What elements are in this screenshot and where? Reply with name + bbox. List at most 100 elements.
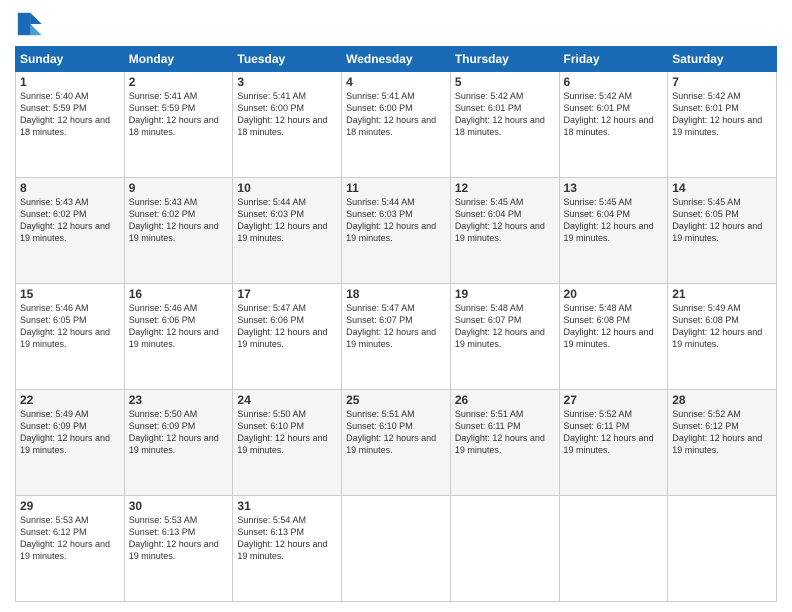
day-number: 12 (455, 181, 555, 195)
day-number: 7 (672, 75, 772, 89)
day-number: 25 (346, 393, 446, 407)
logo (15, 10, 47, 38)
day-number: 18 (346, 287, 446, 301)
day-detail: Sunrise: 5:46 AMSunset: 6:05 PMDaylight:… (20, 302, 120, 351)
calendar-cell: 16Sunrise: 5:46 AMSunset: 6:06 PMDayligh… (124, 284, 233, 390)
day-of-week-header: Wednesday (342, 47, 451, 72)
day-detail: Sunrise: 5:51 AMSunset: 6:11 PMDaylight:… (455, 408, 555, 457)
day-number: 17 (237, 287, 337, 301)
calendar-cell: 20Sunrise: 5:48 AMSunset: 6:08 PMDayligh… (559, 284, 668, 390)
calendar-cell: 5Sunrise: 5:42 AMSunset: 6:01 PMDaylight… (450, 72, 559, 178)
day-of-week-header: Friday (559, 47, 668, 72)
calendar-cell: 14Sunrise: 5:45 AMSunset: 6:05 PMDayligh… (668, 178, 777, 284)
day-number: 20 (564, 287, 664, 301)
calendar-cell (450, 496, 559, 602)
calendar-cell: 2Sunrise: 5:41 AMSunset: 5:59 PMDaylight… (124, 72, 233, 178)
day-number: 29 (20, 499, 120, 513)
day-of-week-header: Saturday (668, 47, 777, 72)
day-detail: Sunrise: 5:50 AMSunset: 6:10 PMDaylight:… (237, 408, 337, 457)
day-detail: Sunrise: 5:50 AMSunset: 6:09 PMDaylight:… (129, 408, 229, 457)
calendar-cell: 23Sunrise: 5:50 AMSunset: 6:09 PMDayligh… (124, 390, 233, 496)
day-detail: Sunrise: 5:43 AMSunset: 6:02 PMDaylight:… (20, 196, 120, 245)
calendar-cell (668, 496, 777, 602)
day-number: 31 (237, 499, 337, 513)
day-number: 14 (672, 181, 772, 195)
day-detail: Sunrise: 5:53 AMSunset: 6:13 PMDaylight:… (129, 514, 229, 563)
day-detail: Sunrise: 5:42 AMSunset: 6:01 PMDaylight:… (672, 90, 772, 139)
day-number: 21 (672, 287, 772, 301)
logo-icon (15, 10, 43, 38)
day-of-week-header: Monday (124, 47, 233, 72)
calendar-cell: 26Sunrise: 5:51 AMSunset: 6:11 PMDayligh… (450, 390, 559, 496)
calendar-cell: 31Sunrise: 5:54 AMSunset: 6:13 PMDayligh… (233, 496, 342, 602)
day-detail: Sunrise: 5:44 AMSunset: 6:03 PMDaylight:… (237, 196, 337, 245)
day-number: 3 (237, 75, 337, 89)
day-of-week-header: Sunday (16, 47, 125, 72)
calendar-cell: 17Sunrise: 5:47 AMSunset: 6:06 PMDayligh… (233, 284, 342, 390)
calendar-cell (559, 496, 668, 602)
day-detail: Sunrise: 5:40 AMSunset: 5:59 PMDaylight:… (20, 90, 120, 139)
calendar-cell: 8Sunrise: 5:43 AMSunset: 6:02 PMDaylight… (16, 178, 125, 284)
day-detail: Sunrise: 5:42 AMSunset: 6:01 PMDaylight:… (564, 90, 664, 139)
calendar-cell: 21Sunrise: 5:49 AMSunset: 6:08 PMDayligh… (668, 284, 777, 390)
calendar-cell: 30Sunrise: 5:53 AMSunset: 6:13 PMDayligh… (124, 496, 233, 602)
day-detail: Sunrise: 5:53 AMSunset: 6:12 PMDaylight:… (20, 514, 120, 563)
day-number: 28 (672, 393, 772, 407)
calendar-cell: 10Sunrise: 5:44 AMSunset: 6:03 PMDayligh… (233, 178, 342, 284)
day-number: 13 (564, 181, 664, 195)
day-detail: Sunrise: 5:51 AMSunset: 6:10 PMDaylight:… (346, 408, 446, 457)
calendar-cell: 18Sunrise: 5:47 AMSunset: 6:07 PMDayligh… (342, 284, 451, 390)
calendar-cell: 4Sunrise: 5:41 AMSunset: 6:00 PMDaylight… (342, 72, 451, 178)
day-number: 24 (237, 393, 337, 407)
day-detail: Sunrise: 5:45 AMSunset: 6:05 PMDaylight:… (672, 196, 772, 245)
day-number: 30 (129, 499, 229, 513)
calendar-cell: 6Sunrise: 5:42 AMSunset: 6:01 PMDaylight… (559, 72, 668, 178)
day-number: 11 (346, 181, 446, 195)
calendar-cell: 3Sunrise: 5:41 AMSunset: 6:00 PMDaylight… (233, 72, 342, 178)
day-detail: Sunrise: 5:49 AMSunset: 6:09 PMDaylight:… (20, 408, 120, 457)
day-detail: Sunrise: 5:41 AMSunset: 6:00 PMDaylight:… (346, 90, 446, 139)
day-detail: Sunrise: 5:41 AMSunset: 6:00 PMDaylight:… (237, 90, 337, 139)
calendar-cell: 27Sunrise: 5:52 AMSunset: 6:11 PMDayligh… (559, 390, 668, 496)
day-detail: Sunrise: 5:42 AMSunset: 6:01 PMDaylight:… (455, 90, 555, 139)
calendar-cell: 19Sunrise: 5:48 AMSunset: 6:07 PMDayligh… (450, 284, 559, 390)
calendar-cell: 7Sunrise: 5:42 AMSunset: 6:01 PMDaylight… (668, 72, 777, 178)
day-detail: Sunrise: 5:54 AMSunset: 6:13 PMDaylight:… (237, 514, 337, 563)
calendar-cell: 9Sunrise: 5:43 AMSunset: 6:02 PMDaylight… (124, 178, 233, 284)
calendar-cell: 1Sunrise: 5:40 AMSunset: 5:59 PMDaylight… (16, 72, 125, 178)
day-number: 23 (129, 393, 229, 407)
day-number: 22 (20, 393, 120, 407)
header (15, 10, 777, 38)
day-number: 6 (564, 75, 664, 89)
day-number: 4 (346, 75, 446, 89)
day-of-week-header: Tuesday (233, 47, 342, 72)
day-detail: Sunrise: 5:47 AMSunset: 6:06 PMDaylight:… (237, 302, 337, 351)
day-detail: Sunrise: 5:41 AMSunset: 5:59 PMDaylight:… (129, 90, 229, 139)
day-detail: Sunrise: 5:44 AMSunset: 6:03 PMDaylight:… (346, 196, 446, 245)
day-of-week-header: Thursday (450, 47, 559, 72)
calendar-cell (342, 496, 451, 602)
calendar-cell: 11Sunrise: 5:44 AMSunset: 6:03 PMDayligh… (342, 178, 451, 284)
day-number: 19 (455, 287, 555, 301)
day-detail: Sunrise: 5:48 AMSunset: 6:08 PMDaylight:… (564, 302, 664, 351)
calendar-cell: 13Sunrise: 5:45 AMSunset: 6:04 PMDayligh… (559, 178, 668, 284)
day-number: 1 (20, 75, 120, 89)
calendar-cell: 15Sunrise: 5:46 AMSunset: 6:05 PMDayligh… (16, 284, 125, 390)
calendar-cell: 22Sunrise: 5:49 AMSunset: 6:09 PMDayligh… (16, 390, 125, 496)
calendar-cell: 25Sunrise: 5:51 AMSunset: 6:10 PMDayligh… (342, 390, 451, 496)
calendar-cell: 28Sunrise: 5:52 AMSunset: 6:12 PMDayligh… (668, 390, 777, 496)
day-detail: Sunrise: 5:45 AMSunset: 6:04 PMDaylight:… (455, 196, 555, 245)
day-number: 10 (237, 181, 337, 195)
day-number: 27 (564, 393, 664, 407)
day-detail: Sunrise: 5:46 AMSunset: 6:06 PMDaylight:… (129, 302, 229, 351)
day-detail: Sunrise: 5:47 AMSunset: 6:07 PMDaylight:… (346, 302, 446, 351)
day-number: 15 (20, 287, 120, 301)
day-number: 9 (129, 181, 229, 195)
calendar-table: SundayMondayTuesdayWednesdayThursdayFrid… (15, 46, 777, 602)
day-number: 26 (455, 393, 555, 407)
page: SundayMondayTuesdayWednesdayThursdayFrid… (0, 0, 792, 612)
day-detail: Sunrise: 5:52 AMSunset: 6:11 PMDaylight:… (564, 408, 664, 457)
day-detail: Sunrise: 5:43 AMSunset: 6:02 PMDaylight:… (129, 196, 229, 245)
calendar-cell: 12Sunrise: 5:45 AMSunset: 6:04 PMDayligh… (450, 178, 559, 284)
calendar-cell: 29Sunrise: 5:53 AMSunset: 6:12 PMDayligh… (16, 496, 125, 602)
